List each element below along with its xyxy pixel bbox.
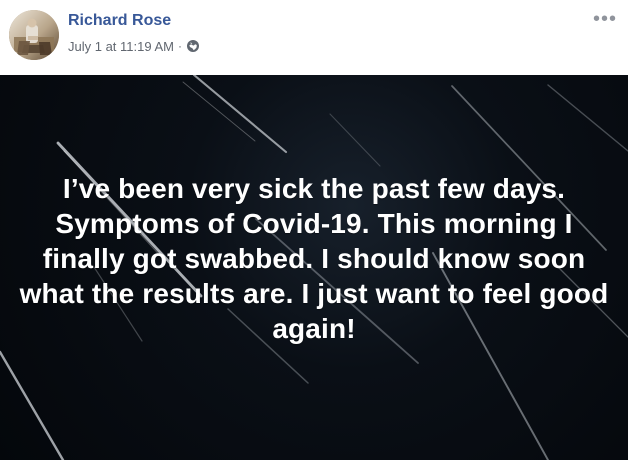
more-options-icon[interactable]: ••• <box>592 9 618 29</box>
post-message: I’ve been very sick the past few days. S… <box>19 173 609 344</box>
avatar[interactable] <box>9 10 59 60</box>
avatar-image <box>9 10 59 60</box>
post-meta: July 1 at 11:19 AM · <box>68 37 200 55</box>
post-timestamp[interactable]: July 1 at 11:19 AM <box>68 39 174 54</box>
globe-icon <box>186 39 200 53</box>
post-header: Richard Rose July 1 at 11:19 AM · ••• <box>0 0 628 75</box>
author-name[interactable]: Richard Rose <box>68 11 171 31</box>
meta-separator: · <box>178 39 182 53</box>
post-image: I’ve been very sick the past few days. S… <box>0 75 628 460</box>
